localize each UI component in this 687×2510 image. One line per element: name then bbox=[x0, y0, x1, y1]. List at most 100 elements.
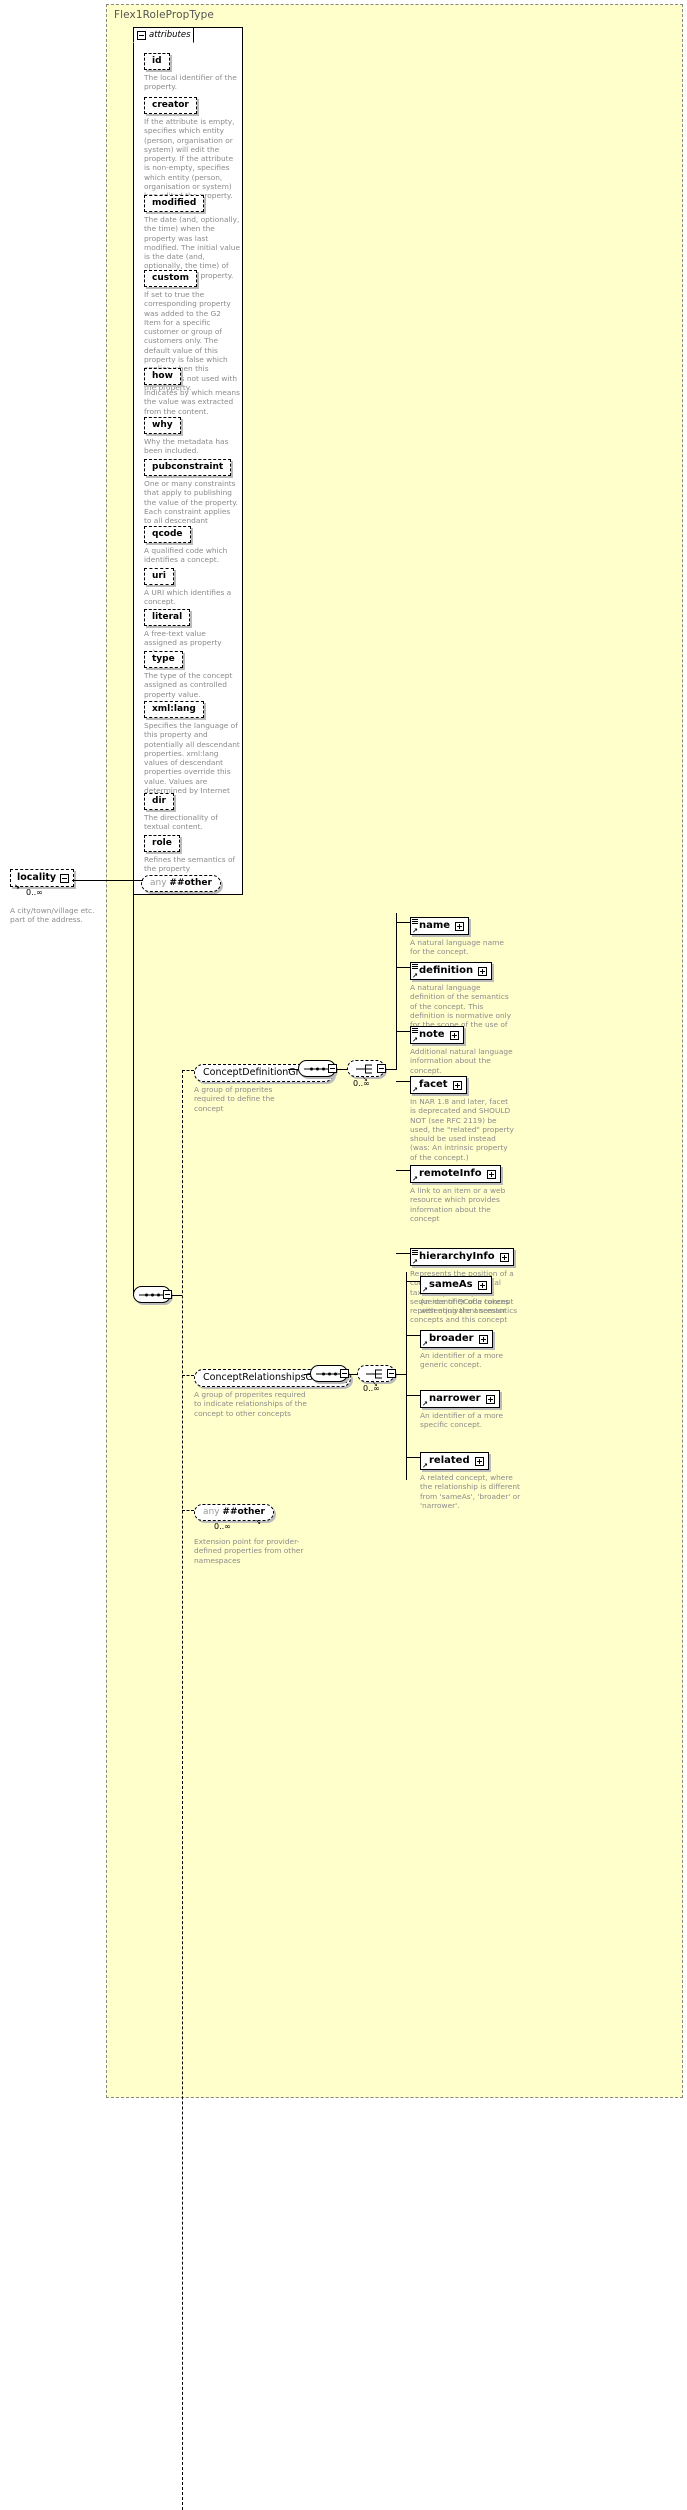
choice-icon bbox=[366, 1368, 386, 1379]
crg-seq-to-choice-line bbox=[349, 1374, 357, 1375]
child-connector bbox=[396, 1031, 410, 1032]
attribute-why[interactable]: why Why the metadata has been included. bbox=[144, 412, 240, 456]
extension-any-box[interactable]: any ##other ↘ bbox=[194, 1504, 274, 1526]
collapse-cdg-choice-icon[interactable] bbox=[377, 1064, 386, 1073]
attribute-qcode[interactable]: qcode A qualified code which identifies … bbox=[144, 521, 240, 565]
attribute-name[interactable]: qcode bbox=[144, 526, 191, 543]
attribute-how[interactable]: how Indicates by which means the value w… bbox=[144, 363, 240, 416]
attribute-creator[interactable]: creator If the attribute is empty, speci… bbox=[144, 92, 240, 201]
child-connector bbox=[406, 1395, 420, 1396]
content-model-spine bbox=[133, 880, 134, 1295]
sequence-arrow-icon: ↘ bbox=[255, 1518, 261, 1526]
attribute-id[interactable]: id The local identifier of the property. bbox=[144, 48, 240, 92]
child-connector bbox=[396, 967, 410, 968]
attribute-name[interactable]: how bbox=[144, 368, 181, 385]
element-related-box[interactable]: ↗ related bbox=[420, 1452, 489, 1470]
element-locality[interactable]: locality ↘ 0..∞ A city/town/village etc.… bbox=[10, 865, 100, 925]
attribute-name[interactable]: modified bbox=[144, 195, 205, 212]
any-namespace: ##other bbox=[169, 878, 212, 888]
attribute-name[interactable]: id bbox=[144, 53, 170, 70]
attribute-name[interactable]: dir bbox=[144, 793, 174, 810]
attribute-name[interactable]: role bbox=[144, 835, 180, 852]
collapse-attributes-icon[interactable] bbox=[137, 30, 146, 40]
element-label: name bbox=[419, 920, 451, 931]
any-namespace: ##other bbox=[222, 1507, 265, 1517]
attribute-doc: If the attribute is empty, specifies whi… bbox=[144, 117, 235, 201]
reference-arrow-icon: ↗ bbox=[422, 1340, 428, 1348]
element-definition-box[interactable]: ↗ definition bbox=[410, 962, 493, 980]
element-doc: An identifier of a more generic concept. bbox=[420, 1351, 504, 1370]
expand-element-icon[interactable] bbox=[477, 1280, 487, 1290]
element-facet-box[interactable]: ↗ facet bbox=[410, 1076, 467, 1094]
element-doc: An identifier of a concept with equivale… bbox=[420, 1297, 518, 1316]
attribute-name[interactable]: pubconstraint bbox=[144, 459, 232, 476]
locality-cardinality: 0..∞ bbox=[26, 888, 43, 897]
extension-any-doc: Extension point for provider-defined pro… bbox=[194, 1537, 304, 1565]
collapse-main-sequence-icon[interactable] bbox=[163, 1290, 172, 1299]
extension-any-node[interactable]: any ##other ↘ 0..∞ Extension point for p… bbox=[194, 1499, 304, 1565]
expand-element-icon[interactable] bbox=[499, 1252, 509, 1262]
attribute-name[interactable]: creator bbox=[144, 97, 197, 114]
sequence-icon bbox=[139, 1292, 165, 1297]
collapse-cdg-sequence-icon[interactable] bbox=[328, 1064, 337, 1073]
attribute-name[interactable]: why bbox=[144, 417, 181, 434]
attributes-bracket-line bbox=[133, 455, 134, 880]
attribute-name[interactable]: custom bbox=[144, 270, 197, 287]
element-label: sameAs bbox=[429, 1279, 473, 1290]
expand-element-icon[interactable] bbox=[452, 1080, 462, 1090]
cdg-doc: A group of properites required to define… bbox=[194, 1085, 275, 1113]
expand-element-icon[interactable] bbox=[486, 1169, 496, 1179]
reference-arrow-icon: ↗ bbox=[412, 1175, 418, 1183]
attribute-type[interactable]: type The type of the concept assigned as… bbox=[144, 646, 240, 699]
collapse-crg-sequence-icon[interactable] bbox=[340, 1369, 349, 1378]
attribute-dir[interactable]: dir The directionality of textual conten… bbox=[144, 788, 240, 832]
any-element[interactable]: any ##other bbox=[141, 875, 221, 892]
has-attributes-icon bbox=[412, 1250, 418, 1255]
attributes-any-other[interactable]: any ##other bbox=[141, 870, 221, 892]
expand-element-icon[interactable] bbox=[478, 1334, 488, 1344]
attribute-doc: The local identifier of the property. bbox=[144, 73, 237, 92]
cdg-choice-out-line bbox=[386, 1069, 396, 1070]
cdg-children-spine bbox=[396, 913, 397, 1070]
collapse-locality-icon[interactable] bbox=[60, 873, 70, 883]
attribute-name[interactable]: xml:lang bbox=[144, 701, 204, 718]
element-hierarchyinfo-box[interactable]: ↗ hierarchyInfo bbox=[410, 1248, 514, 1266]
element-broader-box[interactable]: ↗ broader bbox=[420, 1330, 493, 1348]
attribute-name[interactable]: literal bbox=[144, 609, 191, 626]
reference-arrow-icon: ↗ bbox=[422, 1286, 428, 1294]
crg-children-spine bbox=[406, 1272, 407, 1480]
expand-element-icon[interactable] bbox=[478, 966, 488, 976]
collapse-crg-choice-icon[interactable] bbox=[387, 1369, 396, 1378]
attribute-doc: The type of the concept assigned as cont… bbox=[144, 671, 233, 699]
expand-element-icon[interactable] bbox=[474, 1456, 484, 1466]
element-sameas-box[interactable]: ↗ sameAs bbox=[420, 1276, 492, 1294]
attribute-role[interactable]: role Refines the semantics of the proper… bbox=[144, 830, 240, 874]
has-attributes-icon bbox=[412, 919, 418, 924]
attribute-name[interactable]: uri bbox=[144, 568, 174, 585]
expand-element-icon[interactable] bbox=[449, 1030, 459, 1040]
attribute-name[interactable]: type bbox=[144, 651, 183, 668]
expand-element-icon[interactable] bbox=[485, 1394, 495, 1404]
choice-icon bbox=[356, 1063, 376, 1074]
reference-arrow-icon: ↗ bbox=[412, 927, 418, 935]
child-connector bbox=[406, 1457, 420, 1458]
crg-cardinality: 0..∞ bbox=[363, 1384, 380, 1393]
attribute-uri[interactable]: uri A URI which identifies a concept. bbox=[144, 563, 240, 607]
element-narrower-box[interactable]: ↗ narrower bbox=[420, 1390, 500, 1408]
child-connector bbox=[396, 1081, 410, 1082]
element-doc: A natural language name for the concept. bbox=[410, 938, 504, 957]
attributes-any-connector bbox=[133, 880, 143, 881]
attributes-tab[interactable]: attributes bbox=[133, 27, 194, 43]
sequence-arrow-icon: ↘ bbox=[14, 883, 20, 891]
element-name-box[interactable]: ↗ name bbox=[410, 917, 470, 935]
locality-box[interactable]: locality ↘ bbox=[10, 869, 75, 891]
element-label: narrower bbox=[429, 1393, 481, 1404]
element-doc: A link to an item or a web resource whic… bbox=[410, 1186, 506, 1223]
cdg-cardinality: 0..∞ bbox=[353, 1079, 370, 1088]
element-remoteinfo-box[interactable]: ↗ remoteInfo bbox=[410, 1165, 501, 1183]
expand-element-icon[interactable] bbox=[455, 921, 465, 931]
reference-arrow-icon: ↗ bbox=[412, 1036, 418, 1044]
extension-any-branch-line bbox=[182, 1510, 194, 1511]
cdg-to-seq-line bbox=[288, 1069, 298, 1070]
element-note-box[interactable]: ↗ note bbox=[410, 1026, 464, 1044]
